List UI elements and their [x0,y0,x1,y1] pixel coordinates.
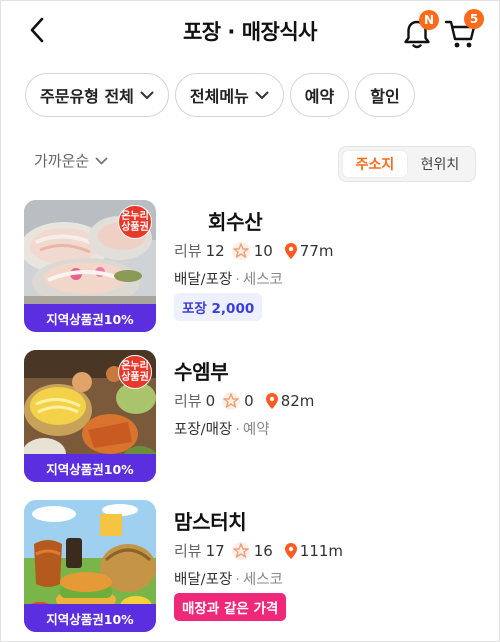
local-voucher-band: 지역상품권10% [24,304,156,332]
filter-chip-label: 할인 [370,87,400,106]
onnuri-voucher-badge: 온누리 상품권 [118,355,152,389]
notification-button[interactable]: N [400,10,439,49]
packaging-discount-tag: 포장 2,000 [174,293,263,321]
distance: 77m [299,241,334,260]
filter-chip-discount[interactable]: 할인 [355,73,415,117]
star-badge-icon [231,241,251,261]
star-badge-icon [221,391,241,411]
store-meta: 리뷰 17 16 111m [174,540,343,561]
filter-chip-label: 전체메뉴 [189,87,249,106]
order-types: 포장/매장 · 예약 [174,422,270,438]
store-card[interactable]: 온누리 상품권 지역상품권10% 수엠부 리뷰 0 0 82m 포장/매장 · 예약 [24,350,484,482]
same-price-tag: 매장과 같은 가격 [174,593,287,621]
chevron-down-icon [140,91,154,100]
toggle-address[interactable]: 주소지 [342,150,408,178]
star-badge-icon [231,541,251,561]
store-meta: 리뷰 12 10 77m [174,240,334,261]
distance: 82m [280,391,315,410]
review-label: 리뷰 [174,392,202,410]
store-meta: 리뷰 0 0 82m [174,390,314,411]
store-card[interactable]: 온누리 상품권 지역상품권10% 회수산 리뷰 12 10 77m 배달/포장 ·… [24,200,484,332]
review-count: 12 [205,241,225,260]
notification-badge: N [419,10,439,30]
onnuri-voucher-badge: 온누리 상품권 [118,205,152,239]
local-voucher-band: 지역상품권10% [24,454,156,482]
store-thumbnail: 온누리 상품권 지역상품권10% [24,350,156,482]
sort-dropdown[interactable]: 가까운순 [34,150,108,171]
review-label: 리뷰 [174,242,202,260]
store-name: 회수산 [208,210,263,234]
store-name: 수엠부 [174,360,229,384]
review-count: 17 [205,541,225,560]
filter-chip-row: 주문유형 전체 전체메뉴 예약 할인 [25,73,415,117]
cart-button[interactable]: 5 [444,9,484,48]
order-types: 배달/포장 · 세스코 [174,272,283,288]
local-voucher-band: 지역상품권10% [24,604,156,632]
cart-count-badge: 5 [464,9,484,29]
location-pin-icon [284,242,297,259]
rating-count: 10 [253,241,273,260]
review-label: 리뷰 [174,542,202,560]
store-name: 맘스터치 [174,510,247,534]
rating-count: 0 [244,391,254,410]
distance: 111m [299,541,344,560]
store-thumbnail: 온누리 상품권 지역상품권10% [24,200,156,332]
review-count: 0 [205,391,216,410]
filter-chip-label: 예약 [304,87,335,106]
filter-chip-menu[interactable]: 전체메뉴 [174,73,284,117]
location-pin-icon [265,392,278,409]
order-types: 배달/포장 · 세스코 [174,572,283,588]
location-pin-icon [284,542,297,559]
sort-label: 가까운순 [34,152,90,170]
chevron-down-icon [95,157,108,165]
filter-chip-reservation[interactable]: 예약 [289,73,350,117]
store-thumbnail: 지역상품권10% [24,500,156,632]
filter-chip-order-type[interactable]: 주문유형 전체 [25,73,169,117]
rating-count: 16 [253,541,273,560]
chevron-down-icon [255,91,269,100]
top-bar: 포장 · 매장식사 N 5 [0,0,500,62]
location-toggle: 주소지 현위치 [338,146,476,182]
store-card[interactable]: 지역상품권10% 맘스터치 리뷰 17 16 111m 배달/포장 · 세스코 매장… [24,500,484,632]
filter-chip-label: 주문유형 전체 [40,87,134,106]
toggle-current-location[interactable]: 현위치 [408,150,472,178]
